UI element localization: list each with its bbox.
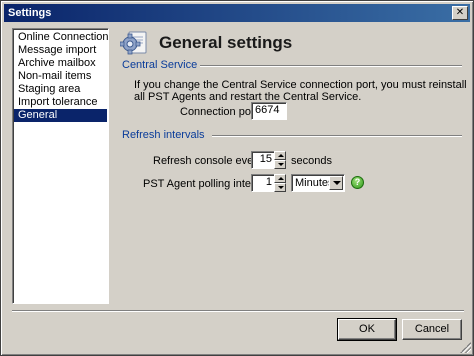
spin-down-icon: [278, 186, 284, 189]
nav-item-online-connection[interactable]: Online Connection: [14, 31, 109, 44]
refresh-console-increment[interactable]: [274, 151, 286, 160]
agent-polling-input[interactable]: 1: [251, 174, 275, 192]
central-service-info-line1: If you change the Central Service connec…: [134, 79, 467, 91]
agent-polling-stepper[interactable]: [274, 174, 286, 192]
nav-item-message-import[interactable]: Message import: [14, 44, 107, 57]
central-service-group-title: Central Service: [122, 59, 198, 71]
agent-polling-unit-select[interactable]: Minutes: [291, 174, 345, 192]
settings-content: General settings Central Service If you …: [117, 29, 467, 309]
nav-item-archive-mailbox[interactable]: Archive mailbox: [14, 57, 107, 70]
refresh-console-unit: seconds: [291, 155, 332, 167]
nav-item-non-mail-items[interactable]: Non-mail items: [14, 70, 107, 83]
agent-polling-unit-value: Minutes: [295, 177, 334, 189]
central-service-info-line2: all PST Agents and restart the Central S…: [134, 91, 362, 103]
settings-window: Settings ✕ Online Connection Message imp…: [0, 0, 474, 356]
chevron-down-icon: [333, 181, 341, 185]
page-title: General settings: [159, 33, 293, 52]
agent-polling-increment[interactable]: [274, 174, 286, 183]
help-icon[interactable]: ?: [351, 176, 364, 189]
nav-item-import-tolerance[interactable]: Import tolerance: [14, 96, 107, 109]
connection-port-label: Connection port:: [180, 106, 261, 118]
refresh-intervals-group-title: Refresh intervals: [122, 129, 205, 141]
settings-gear-icon: [120, 31, 147, 55]
close-icon: ✕: [455, 7, 465, 18]
agent-polling-decrement[interactable]: [274, 183, 286, 192]
nav-item-staging-area[interactable]: Staging area: [14, 83, 107, 96]
spin-down-icon: [278, 163, 284, 166]
settings-nav-list: Online Connection Message import Archive…: [12, 28, 109, 304]
ok-button[interactable]: OK: [337, 318, 397, 341]
central-service-divider: [200, 65, 462, 67]
refresh-intervals-divider: [212, 135, 462, 137]
cancel-button[interactable]: Cancel: [402, 319, 462, 340]
nav-item-general[interactable]: General: [14, 109, 107, 122]
resize-grip-icon[interactable]: [460, 342, 471, 353]
spin-up-icon: [278, 154, 284, 157]
dropdown-button[interactable]: [329, 176, 343, 190]
refresh-console-stepper[interactable]: [274, 151, 286, 169]
title-bar: Settings ✕: [4, 4, 470, 22]
refresh-console-label: Refresh console every:: [153, 155, 266, 167]
window-title: Settings: [8, 7, 52, 19]
refresh-console-decrement[interactable]: [274, 160, 286, 169]
bottom-divider: [12, 310, 464, 312]
refresh-console-input[interactable]: 15: [251, 151, 275, 169]
close-button[interactable]: ✕: [452, 6, 468, 20]
connection-port-input[interactable]: 6674: [251, 102, 287, 120]
spin-up-icon: [278, 177, 284, 180]
